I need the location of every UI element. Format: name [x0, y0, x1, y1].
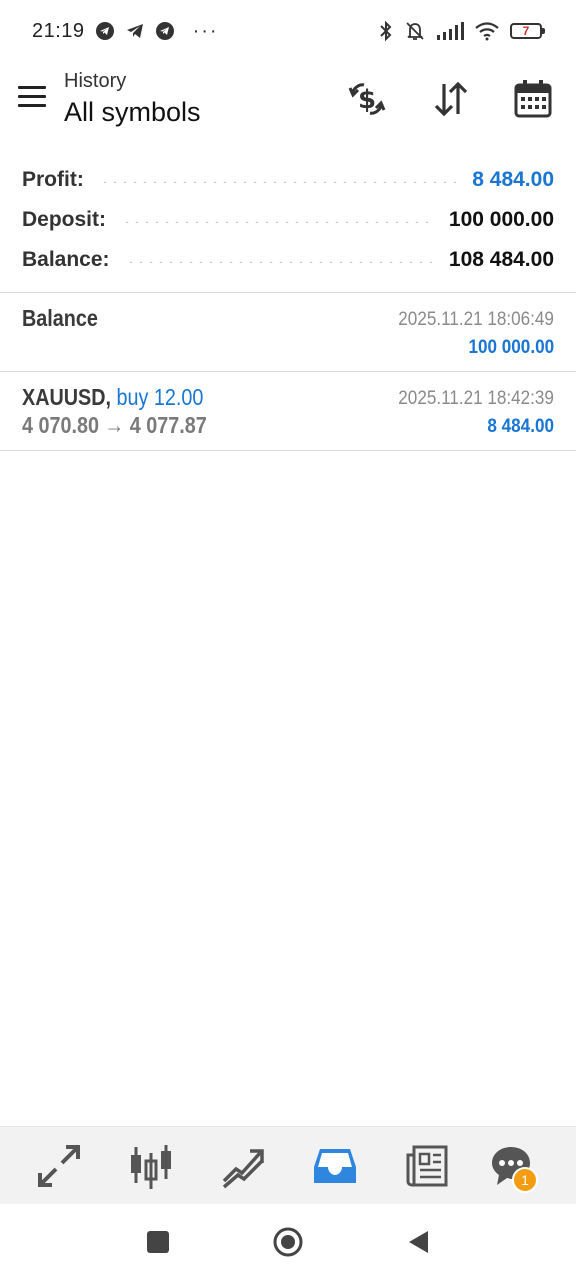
deal-prices: 4 070.80 → 4 077.87: [22, 412, 207, 438]
battery-icon: 7: [510, 23, 545, 39]
trade-icon[interactable]: [220, 1143, 266, 1189]
balance-label: Balance:: [22, 248, 110, 271]
recents-square-icon[interactable]: [142, 1226, 174, 1258]
more-notifications: ···: [192, 19, 219, 42]
dotted-leader: [125, 261, 433, 263]
currency-exchange-icon[interactable]: $: [346, 78, 388, 120]
deposit-row: Deposit: 100 000.00: [0, 200, 576, 240]
bell-off-icon: [406, 22, 424, 40]
bluetooth-icon: [380, 20, 392, 42]
svg-text:$: $: [358, 85, 376, 115]
news-icon[interactable]: [404, 1143, 450, 1189]
divider: [0, 450, 576, 451]
deal-symbol: XAUUSD,: [22, 384, 112, 410]
wifi-icon: [475, 22, 499, 41]
header-titles: History All symbols: [64, 70, 201, 128]
balance-value: 108 484.00: [448, 248, 554, 271]
deal-amount: 8 484.00: [487, 416, 554, 437]
deal-amount: 100 000.00: [468, 337, 554, 358]
list-item[interactable]: Balance 2025.11.21 18:06:49 100 000.00: [0, 293, 576, 371]
deal-type: buy 12.00: [111, 384, 204, 410]
calendar-icon[interactable]: [512, 78, 554, 120]
deal-time: 2025.11.21 18:06:49: [398, 309, 554, 330]
dotted-leader: [99, 181, 457, 183]
telegram-icon: [126, 24, 143, 38]
deposit-label: Deposit:: [22, 208, 106, 231]
bottom-nav: 1: [0, 1126, 576, 1204]
status-right: 7: [378, 20, 545, 42]
status-bar: 21:19 ··· 7: [0, 0, 576, 62]
history-icon[interactable]: [312, 1143, 358, 1189]
list-item[interactable]: XAUUSD, buy 12.00 4 070.80 → 4 077.87 20…: [0, 372, 576, 450]
back-triangle-icon[interactable]: [402, 1226, 434, 1258]
profit-row: Profit: 8 484.00: [0, 160, 576, 200]
deal-title: Balance: [22, 305, 98, 331]
telegram-icon: [155, 22, 174, 40]
system-nav-bar: [0, 1204, 576, 1280]
chart-icon[interactable]: [128, 1143, 174, 1189]
sort-icon[interactable]: [430, 78, 472, 120]
status-left: 21:19 ···: [32, 20, 219, 43]
telegram-icon: [95, 22, 114, 40]
home-circle-icon[interactable]: [272, 1226, 304, 1258]
profit-label: Profit:: [22, 168, 84, 191]
app-header: History All symbols $: [0, 62, 576, 144]
summary-panel: Profit: 8 484.00 Deposit: 100 000.00 Bal…: [0, 160, 576, 280]
signal-icon: [437, 22, 464, 40]
chat-icon[interactable]: 1: [488, 1143, 538, 1193]
dotted-leader: [122, 221, 433, 223]
header-subtitle: History: [64, 70, 127, 92]
deal-time: 2025.11.21 18:42:39: [398, 388, 554, 409]
hamburger-menu-icon[interactable]: [18, 86, 46, 110]
deposit-value: 100 000.00: [448, 208, 554, 231]
quotes-icon[interactable]: [36, 1143, 82, 1189]
page-title[interactable]: All symbols: [64, 97, 201, 128]
balance-row: Balance: 108 484.00: [0, 240, 576, 280]
clock: 21:19: [32, 19, 85, 42]
deal-title: XAUUSD, buy 12.00: [22, 384, 203, 411]
profit-value: 8 484.00: [472, 168, 554, 191]
chat-badge: 1: [512, 1167, 538, 1193]
